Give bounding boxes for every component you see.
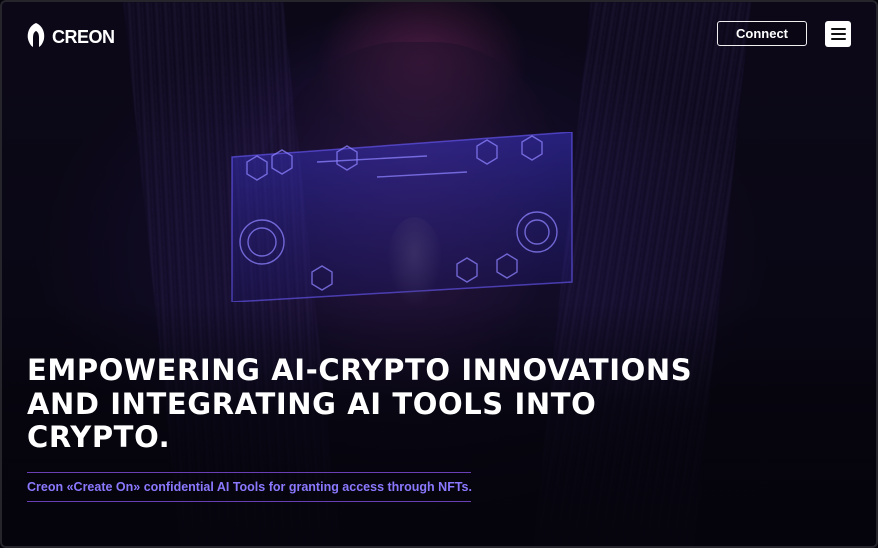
hero-section: CREON Connect EMPOWERING AI-CRYPTO INNOV… [0,0,878,548]
headline-line-3: CRYPTO. [27,420,171,454]
hero-nose-shape [387,217,442,307]
creon-logo-icon [26,22,46,52]
menu-button[interactable] [825,21,851,47]
brand-name: CREON [52,26,115,47]
tagline-box: Creon «Create On» confidential AI Tools … [27,472,472,502]
hamburger-menu-icon [830,25,846,44]
hero-headline: EMPOWERING AI-CRYPTO INNOVATIONS AND INT… [27,353,847,455]
connect-button[interactable]: Connect [717,21,807,46]
brand-logo[interactable]: CREON [26,22,115,52]
headline-line-1: EMPOWERING AI-CRYPTO INNOVATIONS [27,353,693,387]
headline-line-2: AND INTEGRATING AI TOOLS INTO [27,386,597,421]
hero-tagline: Creon «Create On» confidential AI Tools … [27,480,472,494]
